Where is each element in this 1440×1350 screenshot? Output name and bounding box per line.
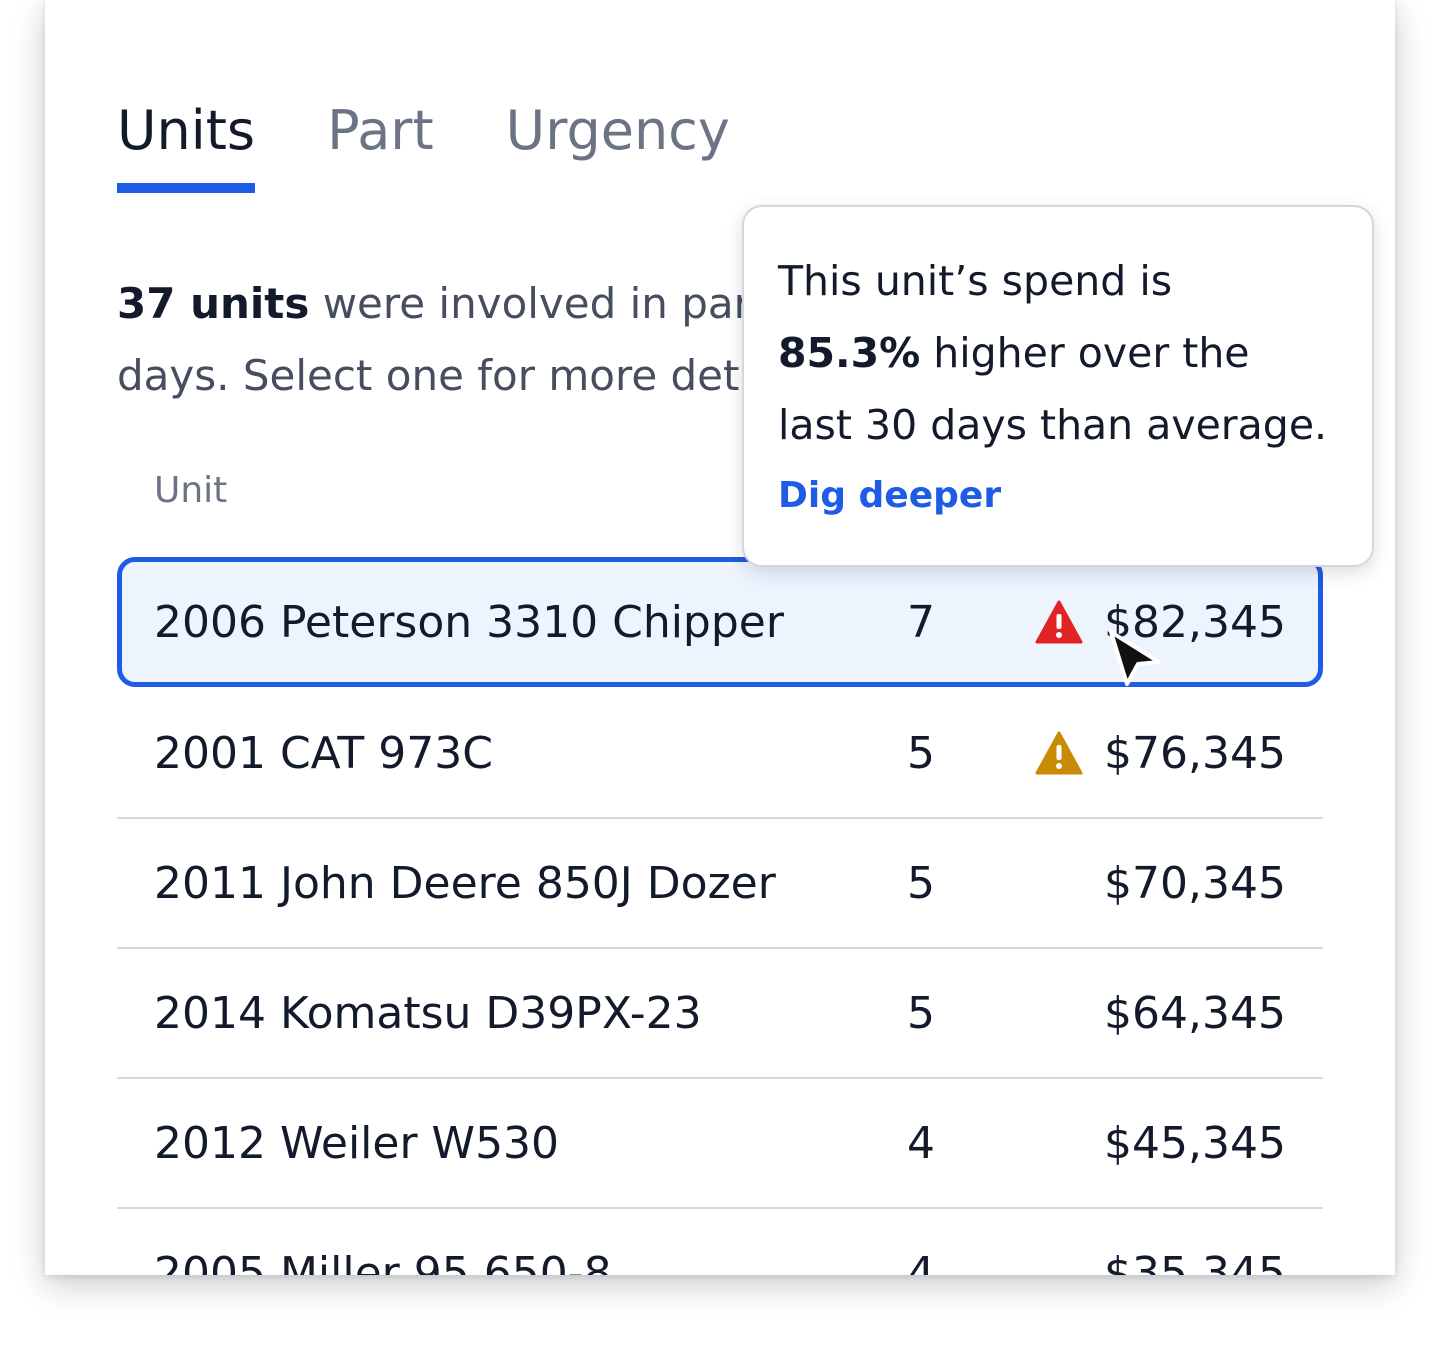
units-panel: Units Part Urgency 37 units were involve…: [45, 0, 1395, 1275]
tab-part[interactable]: Part: [327, 95, 434, 167]
column-header-unit: Unit: [154, 470, 228, 511]
summary-unit-count: 37 units: [117, 279, 310, 328]
table-row[interactable]: 2012 Weiler W530 4 $45,345: [117, 1079, 1323, 1209]
unit-name: 2006 Peterson 3310 Chipper: [154, 596, 784, 648]
spend-tooltip: This unit’s spend is 85.3% higher over t…: [742, 205, 1374, 567]
mouse-cursor-icon: [1109, 630, 1161, 686]
tooltip-line3: last 30 days than average.: [778, 401, 1328, 449]
unit-count: 4: [907, 1247, 935, 1276]
unit-name: 2014 Komatsu D39PX-23: [154, 987, 702, 1039]
tooltip-percent: 85.3%: [778, 329, 921, 377]
dig-deeper-link[interactable]: Dig deeper: [778, 475, 1001, 516]
unit-name: 2012 Weiler W530: [154, 1117, 560, 1169]
unit-name: 2011 John Deere 850J Dozer: [154, 857, 776, 909]
unit-amount: $45,345: [1104, 1117, 1286, 1169]
summary-line2: days. Select one for more det: [117, 351, 740, 400]
unit-count: 7: [907, 596, 935, 648]
tooltip-line1: This unit’s spend is: [778, 257, 1173, 305]
unit-name: 2005 Miller 95 650-8: [154, 1247, 612, 1276]
unit-count: 5: [907, 857, 935, 909]
tab-units[interactable]: Units: [117, 95, 256, 193]
tooltip-line2: higher over the: [920, 329, 1250, 377]
unit-count: 5: [907, 727, 935, 779]
unit-amount: $76,345: [1104, 727, 1286, 779]
tab-urgency[interactable]: Urgency: [506, 95, 730, 167]
unit-amount: $70,345: [1104, 857, 1286, 909]
unit-name: 2001 CAT 973C: [154, 727, 493, 779]
summary-line1: were involved in par: [309, 279, 751, 328]
unit-count: 4: [907, 1117, 935, 1169]
unit-count: 5: [907, 987, 935, 1039]
unit-amount: $35,345: [1104, 1247, 1286, 1276]
unit-amount: $64,345: [1104, 987, 1286, 1039]
table-row[interactable]: 2001 CAT 973C 5 $76,345: [117, 689, 1323, 819]
tab-bar: Units Part Urgency: [117, 95, 730, 193]
warning-icon[interactable]: [1035, 731, 1083, 775]
tooltip-message: This unit’s spend is 85.3% higher over t…: [778, 245, 1340, 461]
table-row[interactable]: 2005 Miller 95 650-8 4 $35,345: [117, 1209, 1323, 1276]
danger-icon[interactable]: [1035, 600, 1083, 644]
table-row[interactable]: 2014 Komatsu D39PX-23 5 $64,345: [117, 949, 1323, 1079]
table-row[interactable]: 2011 John Deere 850J Dozer 5 $70,345: [117, 819, 1323, 949]
